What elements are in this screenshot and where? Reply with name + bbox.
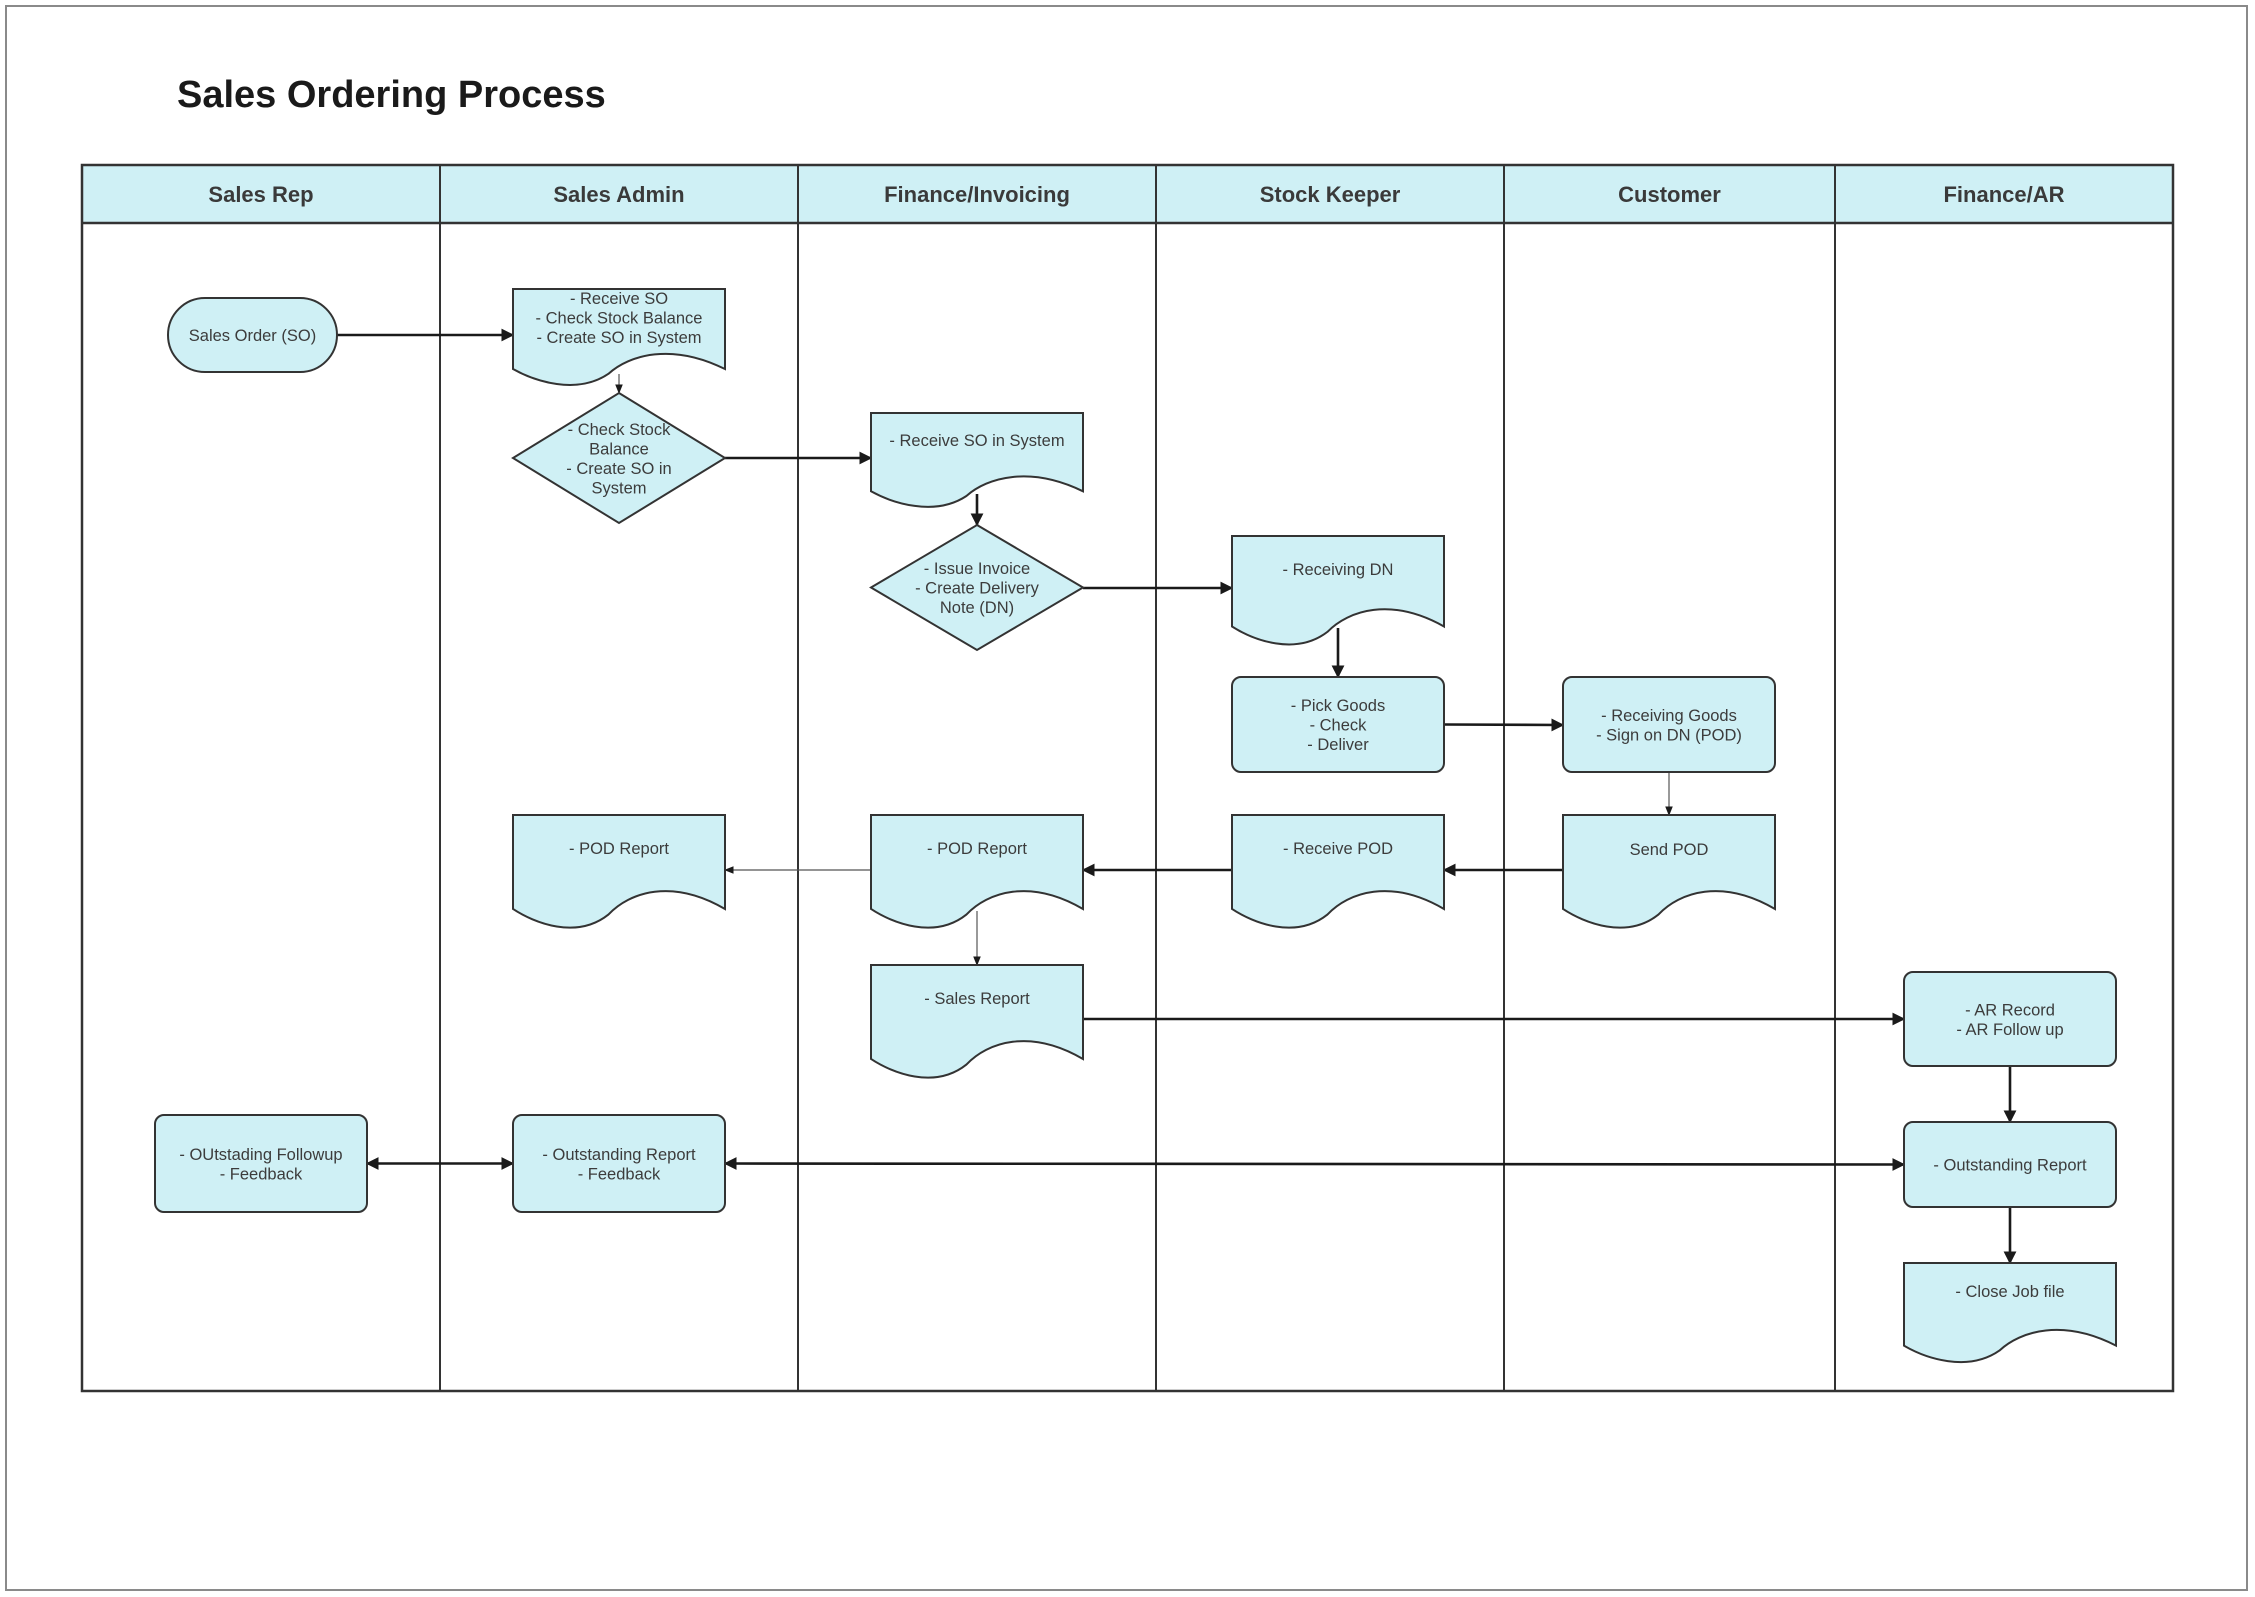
node-document[interactable]: - POD Report (512, 814, 726, 929)
connector-n18-n15[interactable] (723, 1157, 1906, 1171)
lane-header-sales-admin: Sales Admin (553, 182, 684, 207)
node-label-line: - OUtstading Followup (179, 1146, 342, 1164)
nodes: Sales Order (SO) - Receive SO - Check Stoc… (154, 288, 2117, 1364)
node-label: - POD Report (569, 840, 669, 858)
node-label-line: - Create SO in System (536, 329, 701, 347)
document-shape (512, 814, 726, 929)
swimlane-diagram: Sales Rep Sales Admin Finance/Invoicing Sto… (80, 163, 2175, 1393)
connector-n7-n8[interactable] (1443, 718, 1565, 732)
node-label: - POD Report (927, 840, 1027, 858)
lane-header-stock-keeper: Stock Keeper (1260, 182, 1401, 207)
swimlane-pool: Sales Rep Sales Admin Finance/Invoicing Sto… (80, 163, 2175, 1393)
node-label: - Receiving Goods - Sign on DN (POD) (1596, 707, 1742, 745)
document-shape (870, 814, 1084, 929)
node-label-line: Sales Order (SO) (189, 327, 316, 345)
node-label-line: - Receive POD (1283, 840, 1393, 858)
node-process[interactable]: - Outstanding Report (1903, 1121, 2117, 1208)
node-process[interactable]: - Outstanding Report - Feedback (512, 1114, 726, 1213)
lane-header-finance-invoicing: Finance/Invoicing (884, 182, 1070, 207)
node-label: Send POD (1630, 841, 1709, 859)
node-label-line: - AR Record (1965, 1001, 2055, 1019)
node-label-line: - Feedback (578, 1165, 661, 1183)
node-label-line: - Create Delivery (915, 580, 1040, 598)
lane-header-customer: Customer (1618, 182, 1721, 207)
node-terminal[interactable]: Sales Order (SO) (167, 297, 338, 373)
lane-header-sales-rep: Sales Rep (208, 182, 313, 207)
node-label: - AR Record - AR Follow up (1956, 1001, 2063, 1039)
lane-header-finance-ar: Finance/AR (1943, 182, 2064, 207)
node-document[interactable]: - Receive POD (1231, 814, 1445, 929)
node-label-line: - Issue Invoice (924, 560, 1030, 578)
document-shape (1903, 1262, 2117, 1364)
node-label-line: - Sign on DN (POD) (1596, 726, 1742, 744)
document-shape (1562, 814, 1776, 929)
node-label-line: - Receiving Goods (1601, 707, 1737, 725)
node-label-line: Balance (589, 440, 649, 458)
node-label-line: - Receive SO in System (889, 432, 1064, 450)
node-document[interactable]: - POD Report (870, 814, 1084, 929)
node-label: - Outstanding Report (1933, 1157, 2087, 1175)
node-label-line: - Outstanding Report (542, 1146, 696, 1164)
lane-header-band (82, 165, 2173, 223)
node-label-line: - Check Stock Balance (536, 310, 703, 328)
pool-border (80, 163, 2175, 1393)
node-label-line: - Receive SO (570, 290, 668, 308)
document-shape (870, 964, 1084, 1079)
node-document[interactable]: Send POD (1562, 814, 1776, 929)
node-label-line: Note (DN) (940, 599, 1014, 617)
node-document[interactable]: - Receive SO in System (870, 412, 1084, 508)
node-process[interactable]: - Receiving Goods - Sign on DN (POD) (1562, 676, 1776, 773)
node-label-line: - Pick Goods (1291, 697, 1385, 715)
node-label: - Close Job file (1955, 1283, 2064, 1301)
node-label: - Receive POD (1283, 840, 1393, 858)
node-label: - Receive SO in System (889, 432, 1064, 450)
node-label-line: - Check Stock (568, 421, 671, 439)
node-label-line: - AR Follow up (1956, 1021, 2063, 1039)
node-process[interactable]: - Pick Goods - Check - Deliver (1231, 676, 1445, 773)
node-label: - Receiving DN (1283, 561, 1394, 579)
node-label-line: - Receiving DN (1283, 561, 1394, 579)
node-label-line: - POD Report (927, 840, 1027, 858)
node-label-line: - Create SO in (566, 460, 671, 478)
node-process[interactable]: - OUtstading Followup - Feedback (154, 1114, 368, 1213)
node-label-line: - Deliver (1307, 736, 1369, 754)
node-document[interactable]: - Receive SO - Check Stock Balance - Creat… (512, 288, 726, 386)
node-label-line: - Outstanding Report (1933, 1157, 2087, 1175)
document-shape (1231, 814, 1445, 929)
node-label-line: - Close Job file (1955, 1283, 2064, 1301)
node-label-line: - POD Report (569, 840, 669, 858)
node-label-line: System (591, 479, 646, 497)
node-document[interactable]: - Sales Report (870, 964, 1084, 1079)
document-shape (870, 412, 1084, 508)
node-label-line: - Check (1310, 717, 1368, 735)
node-decision[interactable]: - Issue Invoice - Create Delivery Note (DN… (869, 523, 1085, 652)
node-label-line: - Sales Report (924, 990, 1030, 1008)
node-label: - Sales Report (924, 990, 1030, 1008)
node-process[interactable]: - AR Record - AR Follow up (1903, 971, 2117, 1067)
node-label-line: Send POD (1630, 841, 1709, 859)
node-document[interactable]: - Close Job file (1903, 1262, 2117, 1364)
node-label-line: - Feedback (220, 1165, 303, 1183)
node-label: Sales Order (SO) (189, 327, 316, 345)
node-decision[interactable]: - Check Stock Balance - Create SO in System (511, 391, 727, 525)
